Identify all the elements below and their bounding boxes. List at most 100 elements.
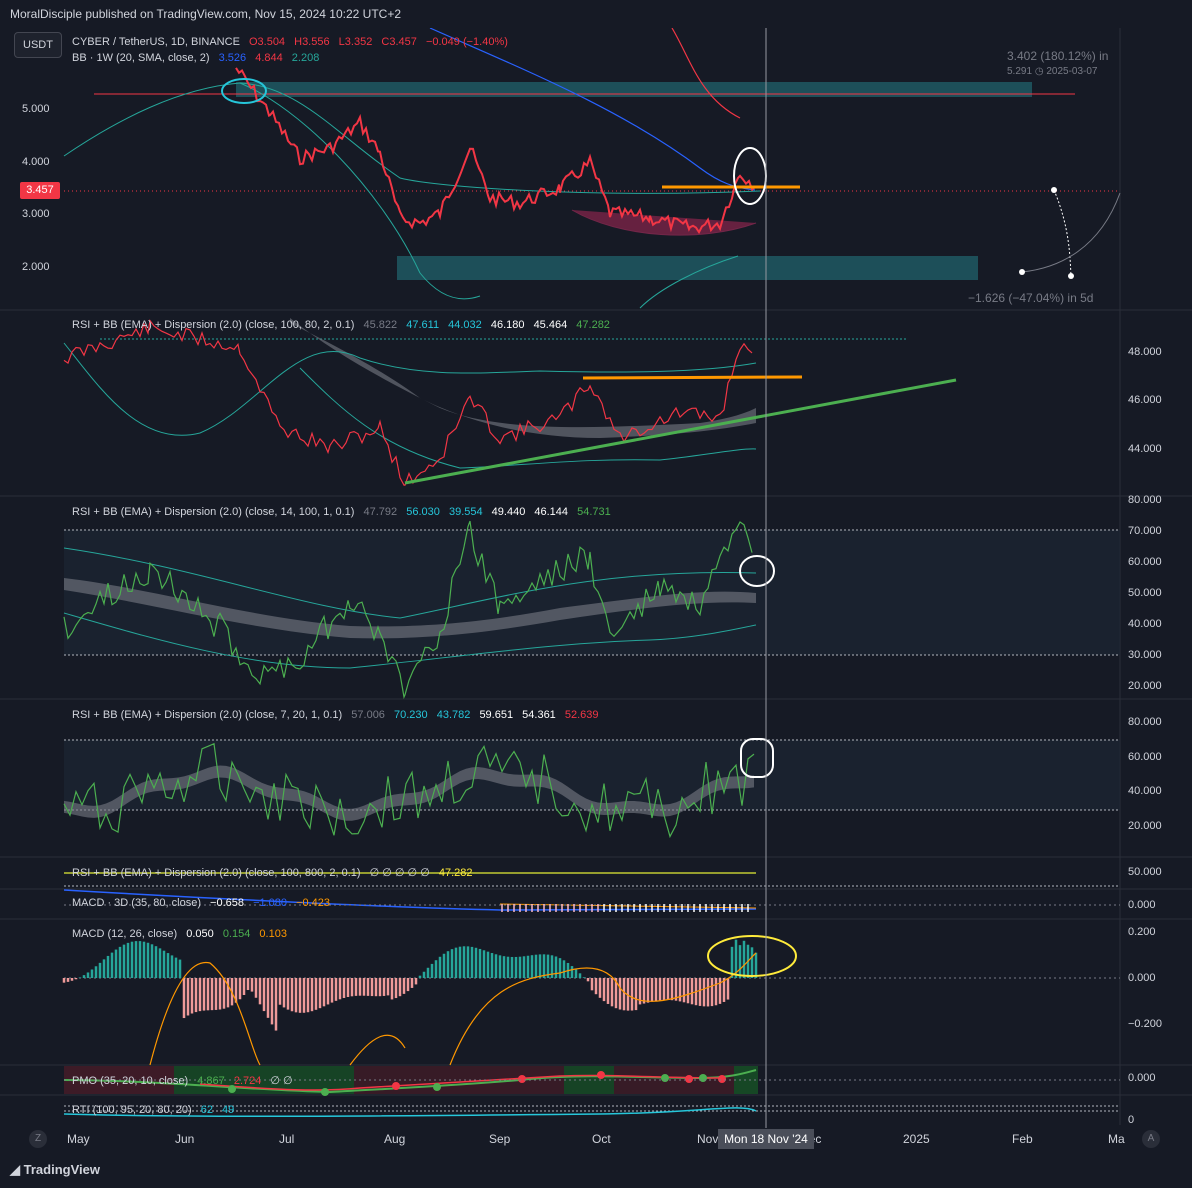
- macd3d-legend[interactable]: MACD · 3D (35, 80, close) −0.658 −1.080 …: [72, 897, 336, 909]
- projection-upper-price: 5.291: [1007, 66, 1033, 77]
- time-label-oct: Oct: [592, 1132, 611, 1146]
- rsi14-pane: [63, 520, 1120, 700]
- open-value: O3.504: [248, 36, 286, 48]
- rsi14-axis-80: 80.000: [1128, 494, 1162, 506]
- macd-title[interactable]: MACD (12, 26, close): [72, 928, 177, 940]
- pmo-v1: 4.867: [197, 1075, 225, 1087]
- price-axis-3: 3.000: [22, 208, 50, 220]
- bb-legend[interactable]: BB · 1W (20, SMA, close, 2) 3.526 4.844 …: [72, 52, 325, 64]
- projection-upper-label: 3.402 (180.12%) in: [1007, 49, 1109, 63]
- rsi7-v2: 43.782: [436, 709, 471, 721]
- pmo-v2: 2.724: [233, 1075, 262, 1087]
- rsi100-axis-44: 44.000: [1128, 443, 1162, 455]
- chart-area[interactable]: [0, 28, 1192, 1152]
- rsi7-v4: 54.361: [522, 709, 556, 721]
- rsi7-v5: 52.639: [564, 709, 599, 721]
- rsi100-trendline[interactable]: [404, 378, 957, 485]
- rsi7-axis-60: 60.000: [1128, 751, 1162, 763]
- macd-v2: 0.154: [222, 928, 251, 940]
- rti-v2: 49: [222, 1104, 235, 1116]
- rounding-bottom-shape: [571, 209, 757, 236]
- rsi100-title[interactable]: RSI + BB (EMA) + Dispersion (2.0) (close…: [72, 319, 354, 331]
- macd3d-title[interactable]: MACD · 3D (35, 80, close): [72, 897, 201, 909]
- rsi14-axis-50: 50.000: [1128, 587, 1162, 599]
- rsi100-lower: [299, 367, 757, 469]
- rsi14-legend[interactable]: RSI + BB (EMA) + Dispersion (2.0) (close…: [72, 506, 617, 518]
- macd-v1: 0.050: [186, 928, 214, 940]
- rsi7-axis-20: 20.000: [1128, 820, 1162, 832]
- pmo-axis: 0.000: [1128, 1072, 1156, 1084]
- tradingview-brand: TradingView: [23, 1162, 100, 1177]
- bb-title[interactable]: BB · 1W (20, SMA, close, 2): [72, 52, 210, 64]
- rsi100-pane: [63, 318, 957, 486]
- rsi100-legend[interactable]: RSI + BB (EMA) + Dispersion (2.0) (close…: [72, 319, 616, 331]
- rti-v1: 62: [200, 1104, 213, 1116]
- price-axis-2: 2.000: [22, 261, 50, 273]
- macd3d-axis: 0.000: [1128, 899, 1156, 911]
- pmo-legend[interactable]: PMO (35, 20, 10, close) 4.867 2.724 ∅ ∅: [72, 1074, 299, 1087]
- price-axis-5: 5.000: [22, 103, 50, 115]
- rsi14-title[interactable]: RSI + BB (EMA) + Dispersion (2.0) (close…: [72, 506, 354, 518]
- bb-basis-value: 3.526: [218, 52, 247, 64]
- close-value: C3.457: [381, 36, 417, 48]
- macd3d-v1: −0.658: [210, 897, 244, 909]
- header-bar: MoralDisciple published on TradingView.c…: [0, 0, 1192, 28]
- resistance-zone: [236, 82, 1032, 97]
- rti-legend[interactable]: RTI (100, 95, 20, 80, 20) 62 49: [72, 1104, 240, 1116]
- rsi14-axis-20: 20.000: [1128, 680, 1162, 692]
- tradingview-logo[interactable]: ◢ TradingView: [10, 1162, 100, 1178]
- time-label-aug: Aug: [384, 1132, 406, 1146]
- high-value: H3.556: [294, 36, 330, 48]
- rsi100-v4: 45.464: [533, 319, 568, 331]
- rsi7-title[interactable]: RSI + BB (EMA) + Dispersion (2.0) (close…: [72, 709, 342, 721]
- rsi14-axis-30: 30.000: [1128, 649, 1162, 661]
- rsi100-v0: 45.822: [363, 319, 398, 331]
- currency-button[interactable]: USDT: [14, 32, 62, 58]
- price-pane: [63, 28, 1121, 309]
- projection-curve: [1021, 192, 1121, 273]
- rsi14-axis-40: 40.000: [1128, 618, 1162, 630]
- change-value: −0.049 (−1.40%): [425, 36, 508, 48]
- macd-legend[interactable]: MACD (12, 26, close) 0.050 0.154 0.103: [72, 928, 293, 940]
- rsi14-v3: 49.440: [491, 506, 526, 518]
- main-legend[interactable]: CYBER / TetherUS, 1D, BINANCE O3.504 H3.…: [72, 36, 514, 48]
- rsi7-axis-80: 80.000: [1128, 716, 1162, 728]
- rsi800-last: 47.282: [438, 867, 473, 879]
- rsi800-axis: 50.000: [1128, 866, 1162, 878]
- rsi100-v2: 44.032: [448, 319, 482, 331]
- rsi14-axis-70: 70.000: [1128, 525, 1162, 537]
- rsi800-title[interactable]: RSI + BB (EMA) + Dispersion (2.0) (close…: [72, 867, 361, 879]
- rsi800-legend[interactable]: RSI + BB (EMA) + Dispersion (2.0) (close…: [72, 866, 479, 879]
- macd3d-v3: −0.423: [296, 897, 331, 909]
- time-label-jul: Jul: [279, 1132, 295, 1146]
- projection-lower-label: −1.626 (−47.04%) in 5d: [968, 291, 1094, 305]
- pmo-title[interactable]: PMO (35, 20, 10, close): [72, 1075, 188, 1087]
- rsi100-orange-line[interactable]: [582, 375, 803, 380]
- rsi14-axis-60: 60.000: [1128, 556, 1162, 568]
- rsi7-axis-40: 40.000: [1128, 785, 1162, 797]
- zoom-toggle-button[interactable]: Z: [29, 1130, 47, 1148]
- rsi100-v1: 47.611: [406, 319, 440, 331]
- time-label-mar: Ma: [1108, 1132, 1125, 1146]
- rsi7-v1: 70.230: [394, 709, 428, 721]
- rsi14-v2: 39.554: [448, 506, 483, 518]
- auto-scale-button[interactable]: A: [1142, 1130, 1160, 1148]
- projection-upper-sub: 5.291 ◷ 2025-03-07: [1007, 66, 1097, 77]
- rsi100-axis-48: 48.000: [1128, 346, 1162, 358]
- rsi14-v4: 46.144: [534, 506, 569, 518]
- time-label-2025: 2025: [903, 1132, 930, 1146]
- rsi100-upper: [63, 342, 757, 436]
- rsi14-v1: 56.030: [406, 506, 440, 518]
- pmo-v3: ∅ ∅: [270, 1075, 293, 1087]
- macd-pane: [62, 935, 1120, 1066]
- symbol-title[interactable]: CYBER / TetherUS, 1D, BINANCE: [72, 36, 240, 48]
- macd-histogram: [62, 939, 758, 1031]
- rti-title[interactable]: RTI (100, 95, 20, 80, 20): [72, 1104, 192, 1116]
- bb-upper-red: [671, 28, 741, 119]
- macd-axis-0: 0.000: [1128, 972, 1156, 984]
- rsi100-line: [63, 319, 753, 486]
- macd-v3: 0.103: [259, 928, 287, 940]
- publisher-text: MoralDisciple published on TradingView.c…: [10, 7, 401, 21]
- rsi7-legend[interactable]: RSI + BB (EMA) + Dispersion (2.0) (close…: [72, 709, 605, 721]
- macd-axis-m02: −0.200: [1128, 1018, 1162, 1030]
